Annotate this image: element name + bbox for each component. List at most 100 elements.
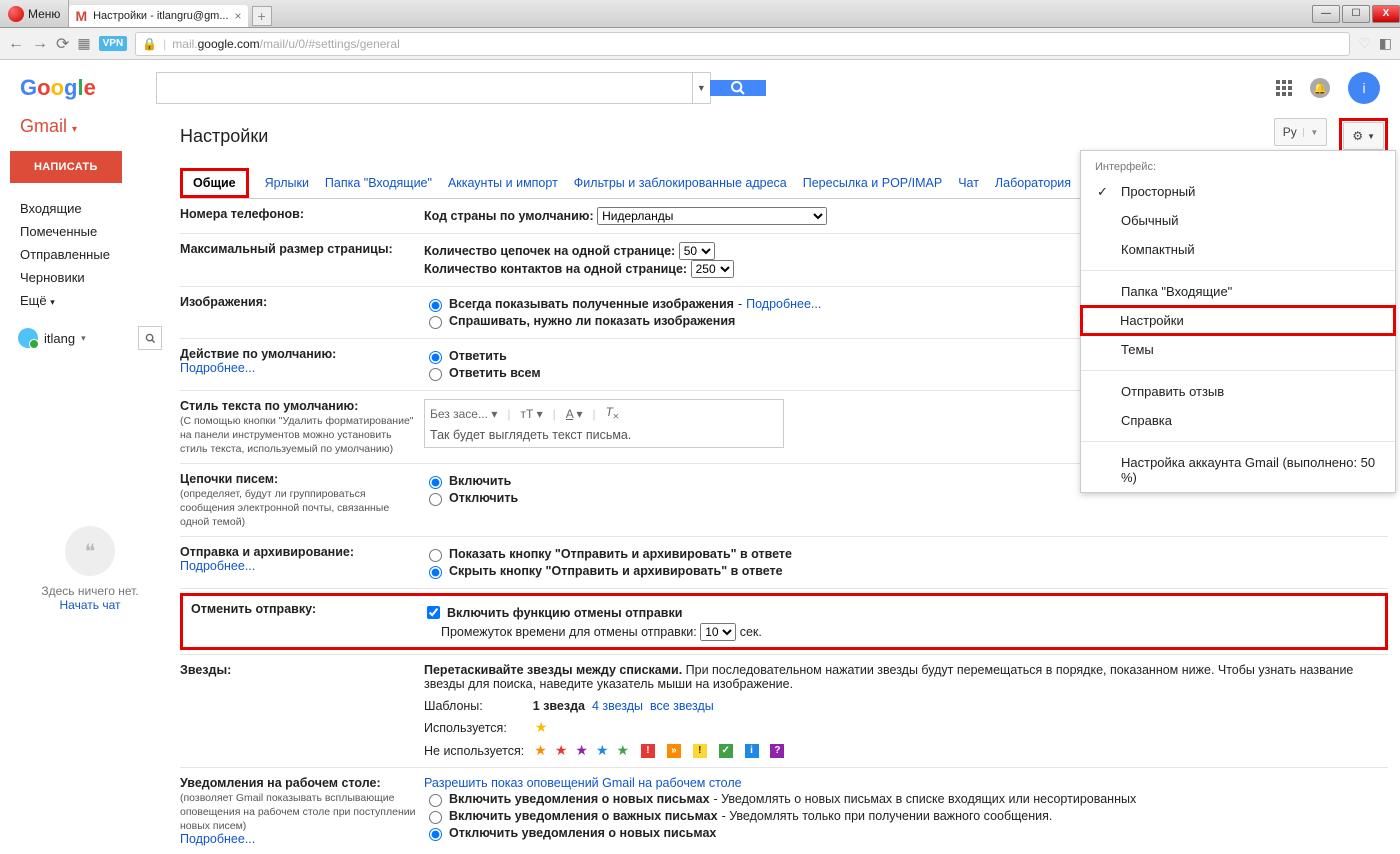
font-color-select[interactable]: A ▾ bbox=[566, 407, 583, 421]
start-chat-link[interactable]: Начать чат bbox=[10, 598, 170, 612]
speed-dial-icon[interactable]: ▦ bbox=[77, 35, 90, 52]
menu-label: Меню bbox=[28, 7, 60, 21]
tab-chat[interactable]: Чат bbox=[958, 168, 979, 198]
radio-reply-all[interactable] bbox=[429, 368, 442, 381]
address-bar: ← → ⟳ ▦ VPN 🔒 | mail.google.com/mail/u/0… bbox=[0, 28, 1400, 60]
window-close-button[interactable]: X bbox=[1372, 5, 1400, 23]
menu-account-setup[interactable]: Настройка аккаунта Gmail (выполнено: 50 … bbox=[1081, 448, 1395, 492]
menu-help[interactable]: Справка bbox=[1081, 406, 1395, 435]
hangouts-user[interactable]: itlang ▾ bbox=[10, 320, 170, 356]
language-selector[interactable]: Ру ▼ bbox=[1274, 118, 1328, 146]
used-stars[interactable]: ★ bbox=[535, 719, 556, 736]
close-icon[interactable]: × bbox=[235, 9, 242, 23]
tab-forwarding[interactable]: Пересылка и POP/IMAP bbox=[803, 168, 942, 198]
settings-dropdown-menu: Интерфейс: Просторный Обычный Компактный… bbox=[1080, 150, 1396, 493]
unused-stars[interactable]: ★★★★★ ! » ! ✓ i ? bbox=[534, 742, 792, 759]
new-tab-button[interactable]: + bbox=[252, 6, 272, 26]
vpn-badge[interactable]: VPN bbox=[99, 36, 128, 51]
tab-filters[interactable]: Фильтры и заблокированные адреса bbox=[574, 168, 787, 198]
search-button[interactable] bbox=[710, 80, 766, 96]
sidebar-item-drafts[interactable]: Черновики bbox=[10, 266, 170, 289]
density-cozy[interactable]: Обычный bbox=[1081, 206, 1395, 235]
threads-per-page-select[interactable]: 50 bbox=[679, 242, 715, 260]
browser-titlebar: Меню M Настройки - itlangru@gm... × + — … bbox=[0, 0, 1400, 28]
preset-all-stars[interactable]: все звезды bbox=[650, 699, 714, 713]
sidebar-item-sent[interactable]: Отправленные bbox=[10, 243, 170, 266]
radio-threads-on[interactable] bbox=[429, 476, 442, 489]
folder-list: Входящие Помеченные Отправленные Чернови… bbox=[10, 197, 170, 312]
sidebar-toggle-icon[interactable]: ◧ bbox=[1379, 35, 1392, 52]
clear-formatting-button[interactable]: T× bbox=[606, 405, 619, 422]
forward-button[interactable]: → bbox=[32, 35, 48, 53]
font-family-select[interactable]: Без засе... ▾ bbox=[430, 407, 497, 421]
search-input[interactable] bbox=[157, 73, 692, 103]
green-check-icon[interactable]: ✓ bbox=[719, 744, 733, 758]
search-options-dropdown[interactable]: ▼ bbox=[692, 73, 710, 103]
compose-button[interactable]: НАПИСАТЬ bbox=[10, 151, 122, 183]
reload-button[interactable]: ⟳ bbox=[56, 34, 69, 54]
radio-threads-off[interactable] bbox=[429, 493, 442, 506]
radio-notify-important[interactable] bbox=[429, 811, 442, 824]
menu-themes[interactable]: Темы bbox=[1081, 335, 1395, 364]
density-compact[interactable]: Компактный bbox=[1081, 235, 1395, 264]
yellow-bang-icon[interactable]: ! bbox=[693, 744, 707, 758]
country-code-select[interactable]: Нидерланды bbox=[597, 207, 827, 225]
label-pagesize: Максимальный размер страницы: bbox=[180, 242, 424, 278]
hangouts-search-button[interactable] bbox=[138, 326, 162, 350]
opera-menu-button[interactable]: Меню bbox=[0, 0, 69, 27]
radio-archive-show[interactable] bbox=[429, 549, 442, 562]
allow-desktop-notifications[interactable]: Разрешить показ оповещений Gmail на рабо… bbox=[424, 776, 742, 790]
tab-labels[interactable]: Ярлыки bbox=[265, 168, 309, 198]
red-bang-icon[interactable]: ! bbox=[641, 744, 655, 758]
preset-4-stars[interactable]: 4 звезды bbox=[592, 699, 643, 713]
notifications-more[interactable]: Подробнее... bbox=[180, 832, 255, 846]
radio-images-ask[interactable] bbox=[429, 316, 442, 329]
browser-tab[interactable]: M Настройки - itlangru@gm... × bbox=[69, 5, 247, 27]
google-logo[interactable]: Google bbox=[20, 75, 96, 101]
menu-feedback[interactable]: Отправить отзыв bbox=[1081, 377, 1395, 406]
tab-accounts[interactable]: Аккаунты и импорт bbox=[448, 168, 558, 198]
sidebar-item-starred[interactable]: Помеченные bbox=[10, 220, 170, 243]
apps-icon[interactable] bbox=[1276, 80, 1292, 96]
contacts-per-page-select[interactable]: 250 bbox=[691, 260, 734, 278]
heart-icon[interactable]: ♡ bbox=[1358, 35, 1371, 52]
search-icon bbox=[730, 80, 746, 96]
content: Настройки Ру ▼ ⚙▼ Интерфейс: Просторный … bbox=[180, 114, 1400, 854]
images-learn-more[interactable]: Подробнее... bbox=[746, 297, 821, 311]
blue-info-icon[interactable]: i bbox=[745, 744, 759, 758]
label-images: Изображения: bbox=[180, 295, 424, 330]
tab-general[interactable]: Общие bbox=[193, 168, 236, 198]
archive-more[interactable]: Подробнее... bbox=[180, 559, 255, 573]
font-size-select[interactable]: тТ ▾ bbox=[520, 407, 542, 421]
page-title: Настройки bbox=[180, 126, 268, 147]
purple-question-icon[interactable]: ? bbox=[770, 744, 784, 758]
radio-reply[interactable] bbox=[429, 351, 442, 364]
undo-seconds-select[interactable]: 10 bbox=[700, 623, 736, 641]
label-text-style: Стиль текста по умолчанию:(С помощью кно… bbox=[180, 399, 424, 455]
tab-inbox[interactable]: Папка "Входящие" bbox=[325, 168, 432, 198]
density-comfortable[interactable]: Просторный bbox=[1081, 177, 1395, 206]
notifications-icon[interactable]: 🔔 bbox=[1310, 78, 1330, 98]
url-text: mail.google.com/mail/u/0/#settings/gener… bbox=[172, 37, 399, 51]
radio-archive-hide[interactable] bbox=[429, 566, 442, 579]
menu-settings[interactable]: Настройки bbox=[1080, 305, 1396, 336]
maximize-button[interactable]: ☐ bbox=[1342, 5, 1370, 23]
minimize-button[interactable]: — bbox=[1312, 5, 1340, 23]
checkbox-undo-enable[interactable] bbox=[427, 606, 440, 619]
sidebar-item-inbox[interactable]: Входящие bbox=[10, 197, 170, 220]
radio-notify-off[interactable] bbox=[429, 828, 442, 841]
highlight-tab-general: Общие bbox=[180, 168, 249, 198]
settings-gear-button[interactable]: ⚙▼ bbox=[1343, 122, 1384, 150]
back-button[interactable]: ← bbox=[8, 35, 24, 53]
default-action-more[interactable]: Подробнее... bbox=[180, 361, 255, 375]
account-avatar[interactable]: i bbox=[1348, 72, 1380, 104]
orange-arrow-icon[interactable]: » bbox=[667, 744, 681, 758]
radio-images-always[interactable] bbox=[429, 299, 442, 312]
sidebar-item-more[interactable]: Ещё ▾ bbox=[10, 289, 170, 312]
radio-notify-new[interactable] bbox=[429, 794, 442, 807]
gmail-dropdown[interactable]: Gmail ▾ bbox=[10, 114, 170, 151]
hangouts-empty-text: Здесь ничего нет. bbox=[10, 584, 170, 598]
url-field[interactable]: 🔒 | mail.google.com/mail/u/0/#settings/g… bbox=[135, 32, 1350, 56]
menu-inbox-config[interactable]: Папка "Входящие" bbox=[1081, 277, 1395, 306]
tab-labs[interactable]: Лаборатория bbox=[995, 168, 1071, 198]
